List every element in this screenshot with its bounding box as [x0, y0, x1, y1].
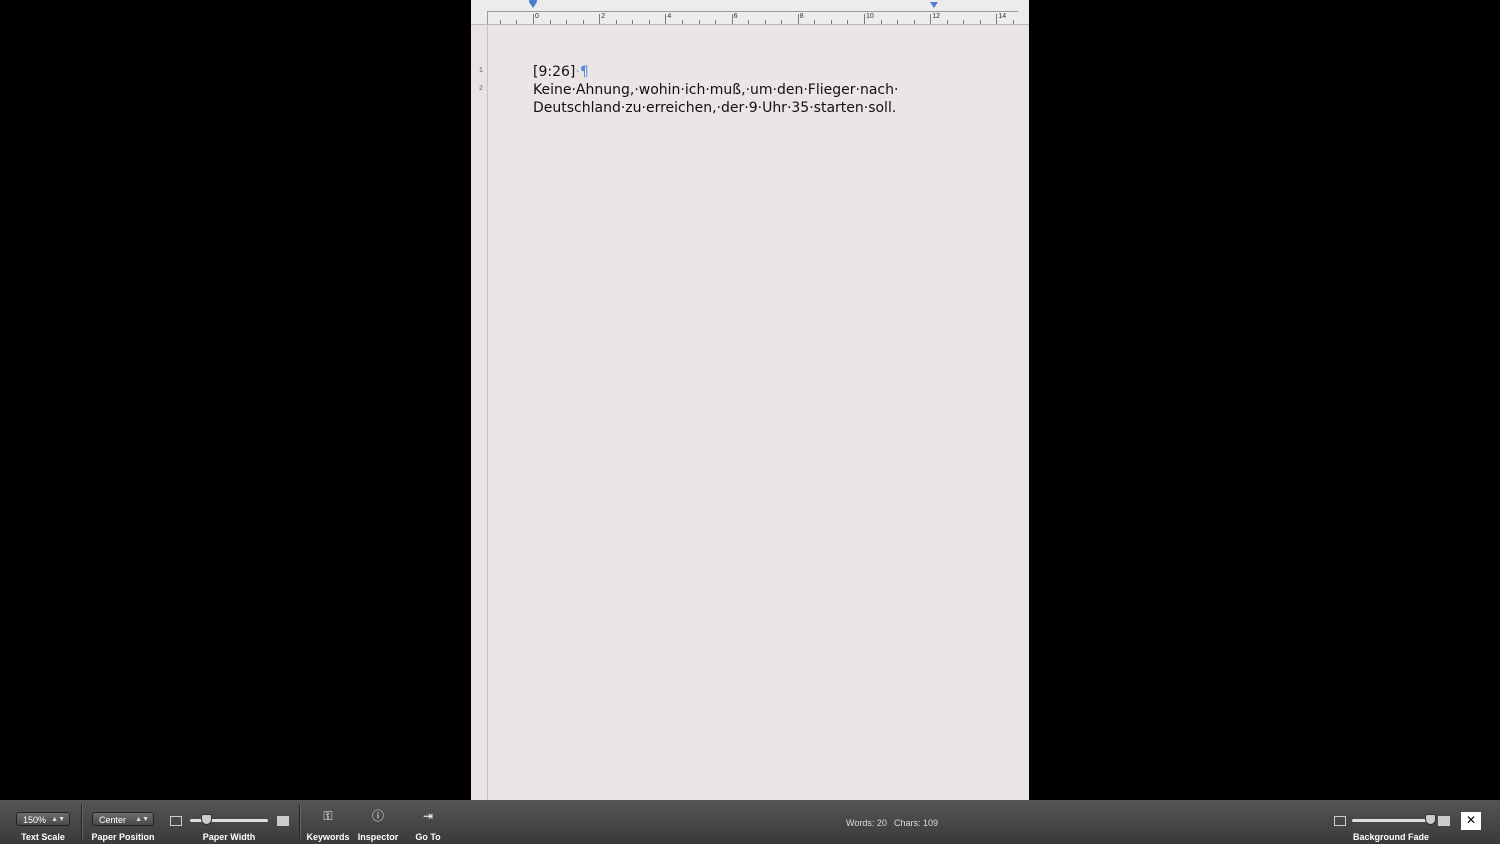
background-fade-slider-track[interactable]: [1352, 819, 1434, 822]
ruler-tick: [533, 14, 534, 24]
char-count: Chars: 109: [894, 818, 939, 828]
ruler-tick: [946, 20, 948, 24]
ruler-tick: [698, 20, 700, 24]
ruler-tick: [897, 20, 899, 24]
fade-low-icon[interactable]: [1334, 816, 1346, 826]
document-text[interactable]: [9:26]·¶ Keine·Ahnung,·wohin·ich·muß,·um…: [533, 63, 913, 117]
ruler-tick: [814, 20, 816, 24]
goto-button[interactable]: Go To: [408, 832, 448, 842]
paper-position-label: Paper Position: [91, 832, 155, 842]
info-icon[interactable]: ⓘ: [368, 808, 388, 824]
key-icon[interactable]: ⚿: [318, 808, 338, 824]
ruler-tick: [665, 14, 667, 24]
word-count: Words: 20: [846, 818, 887, 828]
background-fade-slider-thumb[interactable]: [1425, 814, 1436, 825]
ruler-tick: [681, 20, 683, 24]
ruler-tick: [913, 20, 915, 24]
ruler-tick: [615, 20, 617, 24]
ruler-tick: [582, 20, 584, 24]
ruler-tick-label: 2: [601, 13, 606, 20]
text-line: Deutschland·zu·erreichen,·der·9·Uhr·35·s…: [533, 100, 897, 116]
background-fade-label: Background Fade: [1352, 832, 1429, 842]
ruler-tick: [781, 20, 783, 24]
ruler-tick: [566, 20, 568, 24]
ruler-tick: [748, 20, 750, 24]
right-indent-marker[interactable]: [930, 2, 938, 8]
ruler-tick: [632, 20, 634, 24]
narrow-paper-icon[interactable]: [170, 816, 182, 826]
exit-fullscreen-icon[interactable]: ✕: [1461, 812, 1481, 830]
text-scale-select[interactable]: 150% ▲▼: [16, 812, 70, 826]
ruler-tick: [930, 14, 932, 24]
ruler-tick-label: 12: [932, 13, 940, 20]
timestamp-text: [9:26]: [533, 64, 576, 80]
keywords-button[interactable]: Keywords: [306, 832, 350, 842]
ruler-tick-label: 14: [998, 13, 1007, 20]
line-number: 1: [479, 67, 483, 74]
ruler-tick: [715, 20, 717, 24]
ruler-tick-label: 10: [866, 13, 874, 20]
pilcrow-icon: ¶: [579, 64, 589, 80]
ruler[interactable]: 0 2 4 6 8 10 12 14: [471, 0, 1029, 25]
ruler-tick: [731, 14, 733, 24]
ruler-tick: [549, 20, 551, 24]
bottom-toolbar: 150% ▲▼ Text Scale Center ▲▼ Paper Positio…: [0, 800, 1500, 844]
ruler-tick: [830, 20, 832, 24]
ruler-tick: [963, 20, 965, 24]
divider: [81, 805, 83, 839]
text-scale-label: Text Scale: [21, 832, 65, 842]
ruler-tick: [516, 20, 518, 24]
ruler-tick: [847, 20, 849, 24]
wide-paper-icon[interactable]: [277, 816, 289, 826]
line-number-gutter: 1 2: [471, 25, 488, 800]
ruler-tick: [864, 14, 865, 24]
fade-high-icon[interactable]: [1438, 816, 1450, 826]
ruler-tick: [599, 14, 601, 24]
line-number: 2: [479, 85, 483, 92]
ruler-tick-label: 8: [799, 13, 804, 20]
goto-icon[interactable]: ⇥: [418, 808, 438, 824]
ruler-tick: [499, 20, 501, 24]
ruler-tick: [880, 20, 882, 24]
ruler-tick: [996, 14, 998, 24]
ruler-tick: [979, 20, 981, 24]
ruler-tick-label: 6: [733, 13, 738, 20]
ruler-tick-label: 0: [535, 13, 539, 20]
inspector-button[interactable]: Inspector: [356, 832, 400, 842]
ruler-tick: [648, 20, 650, 24]
paper-width-label: Paper Width: [202, 832, 256, 842]
text-line: Keine·Ahnung,·wohin·ich·muß,·um·den·Flie…: [533, 82, 899, 98]
ruler-tick: [1012, 20, 1014, 24]
divider: [299, 805, 301, 839]
left-indent-marker[interactable]: [529, 0, 537, 8]
paper-position-select[interactable]: Center ▲▼: [92, 812, 154, 826]
paper: 0 2 4 6 8 10 12 14 1 2 [9:26]·¶ Keine·Ahnung,·w…: [471, 0, 1029, 800]
text-line: [9:26]·¶: [533, 64, 589, 80]
paper-width-slider-thumb[interactable]: [201, 814, 212, 825]
ruler-tick-label: 4: [667, 13, 672, 20]
ruler-tick: [764, 20, 766, 24]
ruler-tick: [797, 14, 799, 24]
